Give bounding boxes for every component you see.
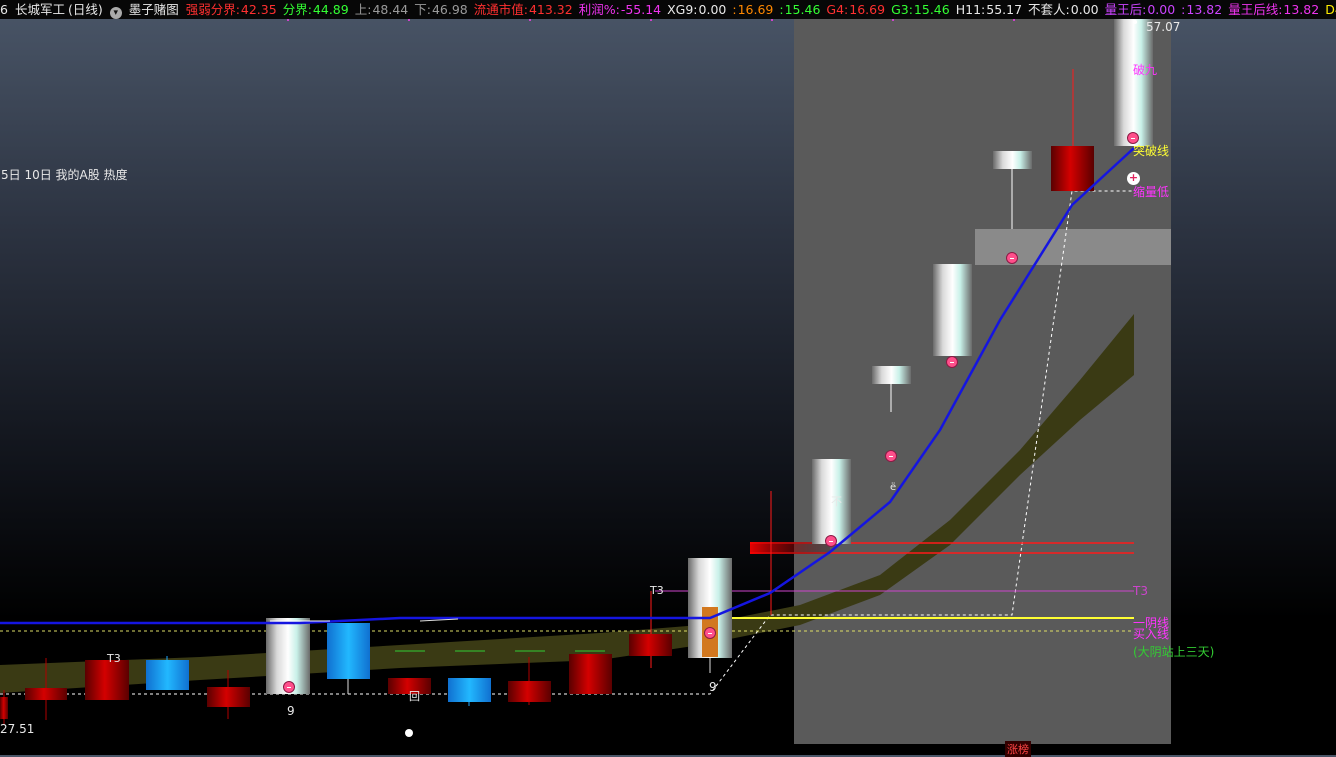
indicator-item-value: 44.89 xyxy=(312,2,349,17)
indicator-item-label: 流通市值: xyxy=(473,2,528,17)
indicator-item-value: 16.69 xyxy=(849,2,886,17)
stock-code: 6 xyxy=(0,2,8,17)
indicator-item-value: 42.35 xyxy=(240,2,277,17)
signal-icon xyxy=(283,681,295,693)
indicator-name[interactable]: 墨子赌图 xyxy=(129,2,179,17)
indicator-item-label: 分界: xyxy=(282,2,312,17)
label-dayin: (大阴站上三天) xyxy=(1133,645,1215,659)
indicator-item-value: 48.44 xyxy=(372,2,409,17)
indicator-item: 利润%:-55.14 xyxy=(579,2,664,17)
indicator-item-value: 0.00 xyxy=(698,2,727,17)
small-mark: ё xyxy=(890,482,897,493)
indicator-item-label: 利润%: xyxy=(578,2,620,17)
indicator-item-value: -55.14 xyxy=(620,2,662,17)
indicator-item-label: 上: xyxy=(354,2,372,17)
indicator-item-label: 强弱分界: xyxy=(185,2,240,17)
indicator-item-value: 13.82 xyxy=(1283,2,1320,17)
indicator-item-label: D4: xyxy=(1325,2,1336,17)
indicator-item: 下:46.98 xyxy=(414,2,471,17)
indicator-item-value: 13.82 xyxy=(1186,2,1223,17)
indicator-item: G3:15.46 xyxy=(891,2,953,17)
nine-mark-b: 9 xyxy=(709,680,717,694)
stock-name[interactable]: 长城军工 xyxy=(15,2,65,17)
label-pojiu: 破九 xyxy=(1133,63,1158,77)
hui-mark: 回 xyxy=(409,690,420,703)
indicator-item-label: H11: xyxy=(955,2,986,17)
cursor-dot[interactable] xyxy=(405,729,413,737)
indicator-item-label: 量王后线: xyxy=(1228,2,1283,17)
indicator-item-value: 46.98 xyxy=(431,2,468,17)
price-high-label: 57.07 xyxy=(1146,20,1181,34)
indicator-item: 分界:44.89 xyxy=(283,2,352,17)
indicator-item: 量王后线:13.82 xyxy=(1228,2,1322,17)
indicator-item-label: G3: xyxy=(891,2,913,17)
signal-icon xyxy=(1006,252,1018,264)
plus-icon[interactable]: + xyxy=(1127,172,1140,185)
resistance-zone xyxy=(975,229,1171,265)
indicator-item-value: 0.00 xyxy=(1070,2,1099,17)
indicator-item: 量王后:0.00 xyxy=(1105,2,1179,17)
label-tupo: 突破线 xyxy=(1133,144,1170,158)
dropdown-icon[interactable]: ▾ xyxy=(109,7,122,19)
indicator-item-value: 413.32 xyxy=(528,2,573,17)
indicator-item-value: 15.46 xyxy=(784,2,821,17)
indicator-item: H11:55.17 xyxy=(956,2,1025,17)
signal-icon xyxy=(825,535,837,547)
chart-header: 6 长城军工 (日线) ▾ 墨子赌图 强弱分界:42.35 分界:44.89 上:48… xyxy=(0,0,1336,19)
indicator-legend[interactable]: 5日 10日 我的A股 热度 xyxy=(1,166,128,183)
signal-icon xyxy=(946,356,958,368)
t3-mark-left: T3 xyxy=(107,652,121,665)
indicator-item: :16.69 xyxy=(732,2,776,17)
indicator-item: D4:13.50 xyxy=(1325,2,1336,17)
indicator-item-value: 15.46 xyxy=(913,2,950,17)
indicator-item-label: 量王后: xyxy=(1104,2,1147,17)
indicator-item-label: XG9: xyxy=(667,2,698,17)
indicator-item-label: 不套人: xyxy=(1028,2,1070,17)
signal-icon xyxy=(704,627,716,639)
indicator-item-value: 55.17 xyxy=(986,2,1023,17)
indicator-item: 强弱分界:42.35 xyxy=(186,2,280,17)
signal-icon xyxy=(1127,132,1139,144)
indicator-item-value: 0.00 xyxy=(1147,2,1176,17)
indicator-item-label: 下: xyxy=(414,2,431,17)
indicator-item-label: G4: xyxy=(826,2,849,17)
indicator-item: XG9:0.00 xyxy=(667,2,729,17)
indicator-values: 强弱分界:42.35 分界:44.89 上:48.44 下:46.98 流通市值:413… xyxy=(186,2,1336,17)
price-low-label: 27.51 xyxy=(0,722,35,736)
indicator-item: 流通市值:413.32 xyxy=(474,2,576,17)
high-marker xyxy=(1133,20,1137,24)
label-suoliang: 缩量低 xyxy=(1133,185,1170,199)
t3-mark-mid: T3 xyxy=(650,584,664,597)
indicator-item-value: 16.69 xyxy=(737,2,774,17)
period-label[interactable]: (日线) xyxy=(68,2,103,17)
indicator-item-label: : xyxy=(779,2,784,17)
signal-icon xyxy=(885,450,897,462)
indicator-item: :13.82 xyxy=(1181,2,1225,17)
indicator-item: :15.46 xyxy=(779,2,823,17)
label-t3: T3 xyxy=(1133,584,1148,598)
white-segment-2 xyxy=(419,618,459,622)
indicator-item: 不套人:0.00 xyxy=(1028,2,1102,17)
indicator-item: 上:48.44 xyxy=(355,2,412,17)
indicator-item-label: : xyxy=(732,2,737,17)
indicator-item-label: : xyxy=(1181,2,1186,17)
label-mairu: 买入线 xyxy=(1133,627,1170,641)
nine-mark-a: 9 xyxy=(287,704,295,718)
indicator-item: G4:16.69 xyxy=(826,2,888,17)
bu-mark: 不 xyxy=(831,495,842,508)
